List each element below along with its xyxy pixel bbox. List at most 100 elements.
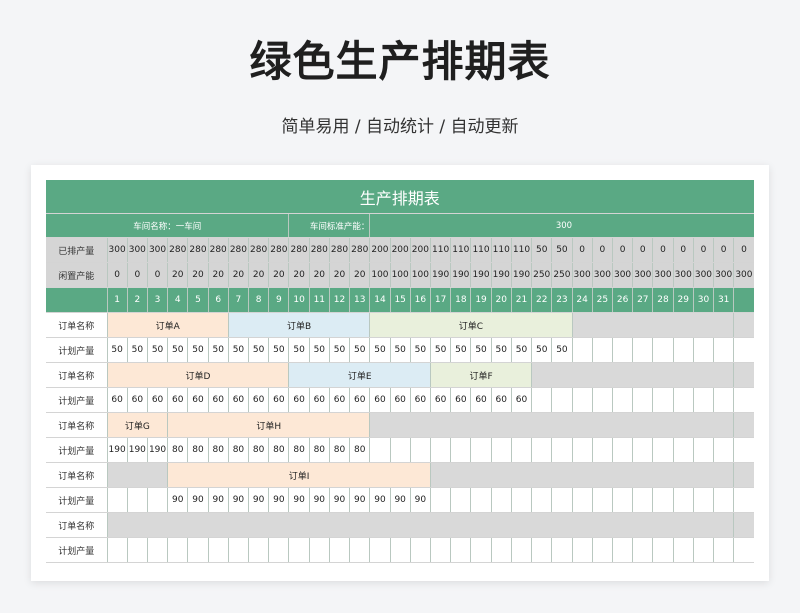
qty-cell[interactable] (572, 387, 593, 413)
qty-cell[interactable] (531, 387, 553, 413)
qty-cell[interactable] (491, 437, 512, 463)
qty-cell[interactable]: 80 (288, 437, 310, 463)
qty-cell[interactable] (713, 487, 735, 513)
qty-cell[interactable] (369, 437, 391, 463)
qty-cell[interactable]: 80 (167, 437, 189, 463)
order-bar[interactable]: 订单A (107, 312, 229, 338)
qty-cell[interactable]: 60 (410, 387, 432, 413)
qty-cell[interactable] (551, 487, 573, 513)
qty-cell[interactable]: 90 (329, 487, 351, 513)
qty-cell[interactable]: 90 (208, 487, 229, 513)
qty-cell[interactable]: 90 (268, 487, 290, 513)
qty-cell[interactable]: 60 (208, 387, 229, 413)
qty-cell[interactable] (572, 487, 593, 513)
qty-cell[interactable] (592, 537, 613, 563)
qty-cell[interactable]: 50 (127, 337, 148, 363)
qty-cell[interactable] (127, 487, 148, 513)
qty-cell[interactable]: 60 (288, 387, 310, 413)
qty-cell[interactable] (592, 337, 613, 363)
qty-cell[interactable] (531, 437, 553, 463)
qty-cell[interactable] (531, 537, 553, 563)
qty-cell[interactable] (693, 487, 715, 513)
qty-cell[interactable] (167, 537, 189, 563)
qty-cell[interactable] (208, 537, 229, 563)
qty-cell[interactable]: 90 (390, 487, 411, 513)
order-bar[interactable]: 订单E (288, 362, 431, 388)
qty-cell[interactable]: 50 (390, 337, 411, 363)
qty-cell[interactable]: 80 (228, 437, 250, 463)
qty-cell[interactable] (572, 337, 593, 363)
qty-cell[interactable]: 80 (268, 437, 290, 463)
qty-cell[interactable]: 50 (531, 337, 553, 363)
qty-cell[interactable]: 80 (309, 437, 330, 463)
qty-cell[interactable]: 50 (248, 337, 270, 363)
qty-cell[interactable]: 60 (248, 387, 270, 413)
qty-cell[interactable] (551, 387, 573, 413)
qty-cell[interactable]: 50 (329, 337, 351, 363)
qty-cell[interactable] (430, 537, 452, 563)
qty-cell[interactable] (107, 487, 128, 513)
qty-cell[interactable] (592, 387, 613, 413)
qty-cell[interactable] (228, 537, 250, 563)
qty-cell[interactable]: 90 (309, 487, 330, 513)
qty-cell[interactable] (410, 537, 432, 563)
qty-cell[interactable] (511, 537, 533, 563)
qty-cell[interactable] (268, 537, 290, 563)
qty-cell[interactable] (572, 437, 593, 463)
qty-cell[interactable]: 60 (491, 387, 512, 413)
qty-cell[interactable] (673, 437, 694, 463)
qty-cell[interactable]: 50 (551, 337, 573, 363)
order-bar[interactable]: 订单F (430, 362, 533, 388)
qty-cell[interactable] (693, 387, 715, 413)
qty-cell[interactable] (652, 437, 674, 463)
qty-cell[interactable]: 60 (349, 387, 371, 413)
qty-cell[interactable] (248, 537, 270, 563)
qty-cell[interactable] (713, 337, 735, 363)
qty-cell[interactable]: 90 (349, 487, 371, 513)
qty-cell[interactable]: 50 (369, 337, 391, 363)
qty-cell[interactable] (632, 387, 654, 413)
qty-cell[interactable]: 60 (228, 387, 250, 413)
qty-cell[interactable] (632, 537, 654, 563)
qty-cell[interactable]: 80 (349, 437, 371, 463)
qty-cell[interactable] (147, 487, 169, 513)
qty-cell[interactable] (632, 437, 654, 463)
qty-cell[interactable] (673, 537, 694, 563)
qty-cell[interactable] (551, 437, 573, 463)
qty-cell[interactable] (612, 387, 634, 413)
qty-cell[interactable]: 50 (470, 337, 492, 363)
qty-cell[interactable]: 60 (390, 387, 411, 413)
qty-cell[interactable]: 190 (147, 437, 169, 463)
qty-cell[interactable] (470, 487, 492, 513)
qty-cell[interactable]: 80 (248, 437, 270, 463)
qty-cell[interactable]: 60 (187, 387, 209, 413)
qty-cell[interactable] (390, 537, 411, 563)
qty-cell[interactable]: 80 (187, 437, 209, 463)
qty-cell[interactable] (713, 437, 735, 463)
qty-cell[interactable] (511, 487, 533, 513)
qty-cell[interactable]: 60 (147, 387, 169, 413)
qty-cell[interactable]: 60 (430, 387, 452, 413)
qty-cell[interactable]: 60 (107, 387, 128, 413)
qty-cell[interactable]: 50 (187, 337, 209, 363)
qty-cell[interactable] (390, 437, 411, 463)
qty-cell[interactable] (127, 537, 148, 563)
qty-cell[interactable] (470, 537, 492, 563)
qty-cell[interactable] (147, 537, 169, 563)
qty-cell[interactable]: 50 (410, 337, 432, 363)
qty-cell[interactable] (450, 537, 472, 563)
qty-cell[interactable] (693, 337, 715, 363)
qty-cell[interactable] (713, 387, 735, 413)
qty-cell[interactable]: 60 (167, 387, 189, 413)
qty-cell[interactable] (410, 437, 432, 463)
empty-segment[interactable] (107, 462, 169, 488)
qty-cell[interactable]: 50 (288, 337, 310, 363)
qty-cell[interactable] (592, 437, 613, 463)
qty-cell[interactable]: 80 (329, 437, 351, 463)
qty-cell[interactable] (652, 537, 674, 563)
qty-cell[interactable] (187, 537, 209, 563)
qty-cell[interactable] (652, 487, 674, 513)
qty-cell[interactable] (693, 537, 715, 563)
qty-cell[interactable] (107, 537, 128, 563)
qty-cell[interactable] (309, 537, 330, 563)
